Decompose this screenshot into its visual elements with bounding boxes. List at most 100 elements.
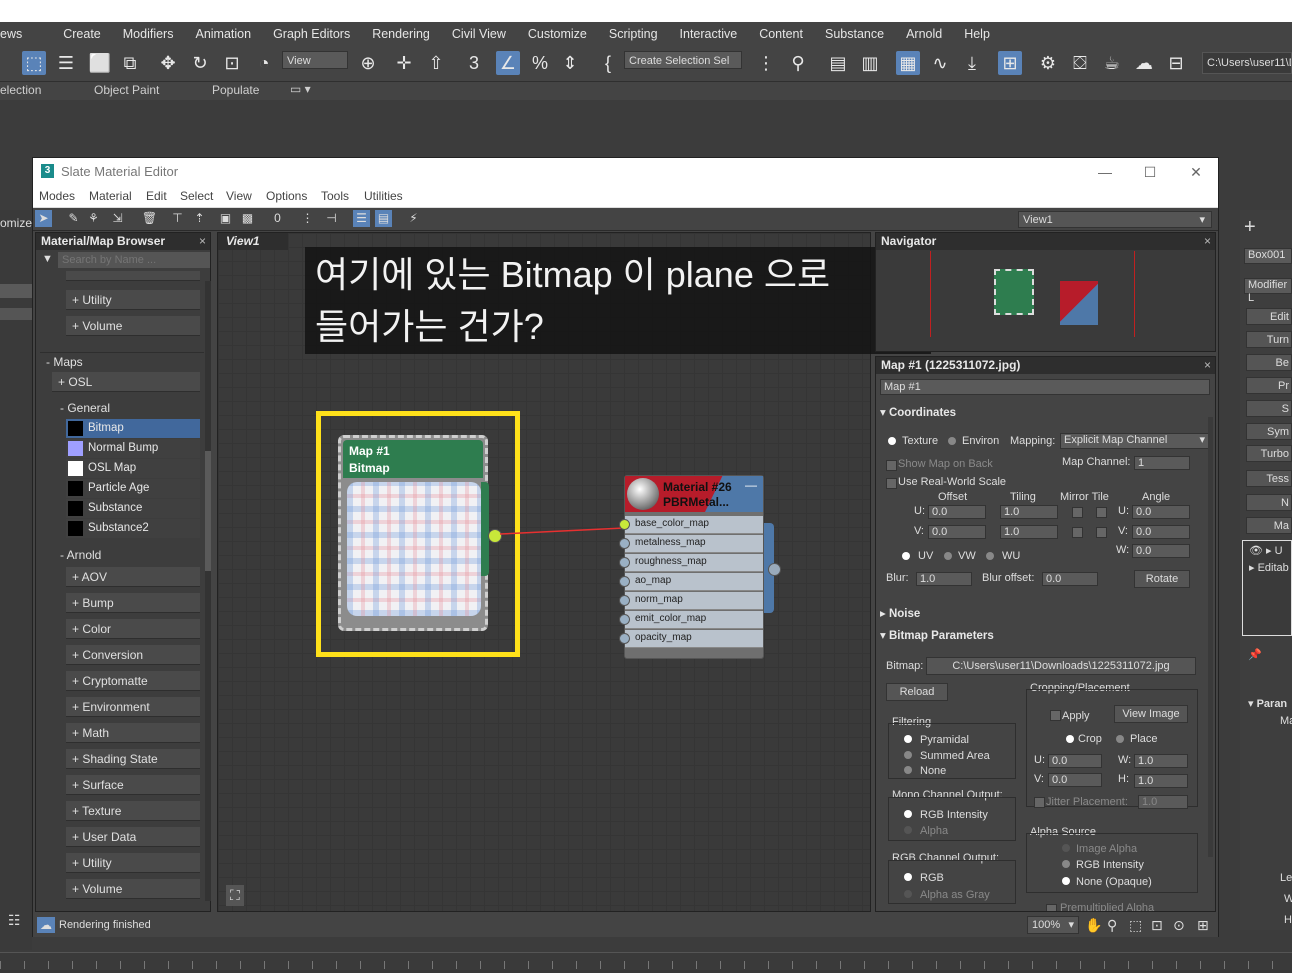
material-slot[interactable]: ao_map — [619, 573, 763, 591]
ribbon-tab-selection[interactable]: election — [0, 83, 41, 97]
environ-radio[interactable] — [948, 437, 956, 445]
menu-animation[interactable]: Animation — [184, 27, 262, 41]
browser-arnold-category[interactable]: + Utility — [66, 853, 200, 873]
browser-search-input[interactable] — [58, 252, 210, 268]
zoom-extents-selected-icon[interactable]: ⊙ — [1173, 917, 1185, 934]
slot-input-socket[interactable] — [619, 614, 630, 625]
material-slot[interactable]: metalness_map — [619, 535, 763, 553]
wu-radio[interactable] — [986, 552, 994, 560]
show-shaded-icon[interactable]: ▣ — [217, 210, 234, 227]
browser-arnold-category[interactable]: + Shading State — [66, 749, 200, 769]
slot-input-socket[interactable] — [619, 595, 630, 606]
browser-group-maps[interactable]: - Maps — [40, 352, 204, 370]
browser-map-item[interactable]: Bitmap — [66, 419, 200, 438]
slot-input-socket[interactable] — [619, 633, 630, 644]
named-selection-icon[interactable]: { — [596, 51, 620, 75]
none-filter-radio[interactable] — [904, 766, 912, 774]
browser-arnold-category[interactable]: + Surface — [66, 775, 200, 795]
modifier-button-turn[interactable]: Turn — [1246, 331, 1292, 348]
menu-views[interactable]: ews — [0, 27, 33, 41]
spinner-snap-icon[interactable]: ⇕ — [558, 51, 582, 75]
jitter-checkbox[interactable] — [1034, 797, 1045, 808]
layer-explorer-icon[interactable]: ▥ — [858, 51, 882, 75]
summed-area-radio[interactable] — [904, 751, 912, 759]
v-offset-field[interactable]: 0.0 — [928, 525, 986, 539]
browser-arnold-category[interactable]: + Color — [66, 619, 200, 639]
menu-create[interactable]: Create — [33, 27, 112, 41]
browser-arnold-category[interactable]: + Math — [66, 723, 200, 743]
browser-icon[interactable]: ▤ — [375, 210, 392, 227]
layout-vertical-icon[interactable]: ⋮ — [299, 210, 316, 227]
browser-options-icon[interactable]: ▼ — [42, 253, 53, 265]
reload-button[interactable]: Reload — [886, 683, 948, 701]
menu-utilities[interactable]: Utilities — [364, 189, 403, 203]
menu-tools[interactable]: Tools — [321, 189, 349, 203]
menu-view[interactable]: View — [226, 189, 252, 203]
menu-modifiers[interactable]: Modifiers — [112, 27, 185, 41]
pan-icon[interactable]: ✋ — [1085, 917, 1102, 934]
menu-graph-editors[interactable]: Graph Editors — [262, 27, 361, 41]
menu-help[interactable]: Help — [953, 27, 1001, 41]
zoom-icon[interactable]: ⚲ — [1107, 917, 1117, 934]
material-id-icon[interactable]: 0 — [269, 210, 286, 227]
rect-selection-icon[interactable]: ⬜ — [88, 51, 112, 75]
mirror-icon[interactable]: ⋮ — [754, 51, 778, 75]
place-icon[interactable]: ◔ — [252, 51, 276, 75]
slot-input-socket[interactable] — [619, 557, 630, 568]
select-tool-icon[interactable]: ➤ — [35, 210, 52, 227]
material-editor-icon[interactable]: ⚙ — [1036, 51, 1060, 75]
rendered-frame-icon[interactable]: ☕ — [1100, 51, 1124, 75]
browser-close-icon[interactable]: × — [199, 233, 206, 250]
v-tiling-field[interactable]: 1.0 — [1000, 525, 1058, 539]
crop-u-field[interactable]: 0.0 — [1048, 754, 1102, 768]
render-production-icon[interactable]: ☁ — [1132, 51, 1156, 75]
select-by-name-icon[interactable]: ☰ — [54, 51, 78, 75]
navigator-close-icon[interactable]: × — [1204, 233, 1211, 250]
zoom-dropdown[interactable]: 100% ▾ — [1027, 916, 1079, 934]
maximize-icon[interactable]: ☐ — [1135, 162, 1165, 182]
browser-map-item[interactable]: Particle Age — [66, 479, 200, 498]
slot-input-socket[interactable] — [619, 519, 630, 530]
menu-arnold[interactable]: Arnold — [895, 27, 953, 41]
assign-material-icon[interactable]: ⇲ — [109, 210, 126, 227]
browser-item-osl[interactable]: + OSL — [52, 372, 200, 392]
pan-hand-icon[interactable]: ⛶ — [226, 885, 244, 906]
zoom-fit-icon[interactable]: ⊞ — [1197, 917, 1209, 934]
v-tile-checkbox[interactable] — [1096, 527, 1107, 538]
material-slot[interactable]: base_color_map — [619, 516, 763, 534]
put-material-icon[interactable]: ⚘ — [85, 210, 102, 227]
jitter-field[interactable]: 1.0 — [1138, 795, 1188, 809]
modifier-button-turbo[interactable]: Turbo — [1246, 445, 1292, 462]
render-setup-icon[interactable]: ⛋ — [1068, 51, 1092, 75]
pin-stack-icon[interactable]: 📌 — [1248, 648, 1262, 661]
view-image-button[interactable]: View Image — [1114, 705, 1188, 723]
u-tiling-field[interactable]: 1.0 — [1000, 505, 1058, 519]
select-by-material-icon[interactable]: ⚡ — [405, 210, 422, 227]
layout-children-icon[interactable]: ⊣ — [323, 210, 340, 227]
reference-coordinate-dropdown[interactable]: View — [282, 51, 348, 69]
keyboard-shortcut-icon[interactable]: ⇧ — [424, 51, 448, 75]
material-slot[interactable]: roughness_map — [619, 554, 763, 572]
noise-rollout[interactable]: ▸ Noise — [880, 606, 920, 622]
browser-group-arnold[interactable]: - Arnold — [54, 546, 204, 564]
browser-arnold-category[interactable]: + Cryptomatte — [66, 671, 200, 691]
minimize-icon[interactable]: — — [1090, 162, 1120, 182]
modifier-button-n[interactable]: N — [1246, 494, 1292, 511]
rgb-intensity-alpha-radio[interactable] — [1062, 860, 1070, 868]
browser-scrollbar[interactable] — [205, 281, 211, 901]
snap-icon[interactable]: ✛ — [392, 51, 416, 75]
rgb-radio[interactable] — [904, 873, 912, 881]
material-node-header[interactable]: Material #26 PBRMetal... — — [625, 476, 763, 512]
browser-arnold-category[interactable]: + Texture — [66, 801, 200, 821]
premult-checkbox[interactable] — [1046, 904, 1057, 911]
menu-options[interactable]: Options — [266, 189, 307, 203]
modifier-button-tess[interactable]: Tess — [1246, 470, 1292, 487]
alpha-gray-radio[interactable] — [904, 890, 912, 898]
close-icon[interactable]: ✕ — [1181, 162, 1211, 182]
mapping-dropdown[interactable]: Explicit Map Channel ▾ — [1060, 433, 1210, 449]
navigator-panel[interactable]: Navigator × — [875, 232, 1216, 352]
bitmap-node-header[interactable]: Map #1 Bitmap — [343, 440, 483, 478]
delete-icon[interactable]: 🗑 — [141, 210, 158, 227]
browser-item-volume[interactable]: + Volume — [66, 316, 200, 336]
move-children-icon[interactable]: ⊤ — [169, 210, 186, 227]
